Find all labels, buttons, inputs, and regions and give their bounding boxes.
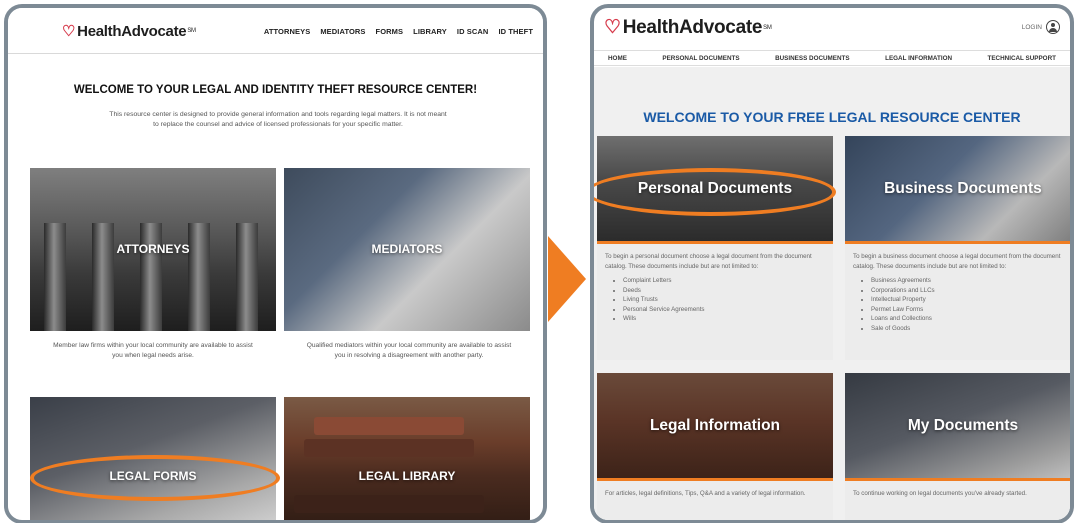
highlight-oval-personal-documents bbox=[594, 168, 836, 216]
legal-library-tile[interactable]: LEGAL LIBRARY bbox=[284, 397, 530, 520]
list-item: Loans and Collections bbox=[871, 314, 1070, 324]
list-item: Permet Law Forms bbox=[871, 305, 1070, 315]
nav-mediators[interactable]: MEDIATORS bbox=[320, 27, 365, 36]
user-icon bbox=[1046, 20, 1060, 34]
transition-arrow-icon bbox=[548, 236, 586, 322]
legal-information-image: Legal Information bbox=[597, 373, 833, 481]
nav-forms[interactable]: FORMS bbox=[376, 27, 404, 36]
right-screenshot-frame: ♡ HealthAdvocate SM LOGIN HOME PERSONAL … bbox=[590, 4, 1074, 523]
nav-id-theft[interactable]: ID THEFT bbox=[498, 27, 533, 36]
list-item: Sale of Goods bbox=[871, 324, 1070, 334]
heart-logo-icon: ♡ bbox=[62, 23, 76, 40]
left-logo-tm: SM bbox=[187, 28, 196, 34]
heart-logo-icon: ♡ bbox=[604, 17, 621, 38]
personal-documents-list: Complaint Letters Deeds Living Trusts Pe… bbox=[597, 276, 833, 324]
right-nav: HOME PERSONAL DOCUMENTS BUSINESS DOCUMEN… bbox=[594, 50, 1070, 66]
book-shape bbox=[314, 417, 464, 435]
column-shape bbox=[92, 223, 114, 331]
business-documents-label: Business Documents bbox=[884, 180, 1042, 197]
left-nav: ATTORNEYS MEDIATORS FORMS LIBRARY ID SCA… bbox=[264, 27, 533, 36]
mediators-tile[interactable]: MEDIATORS bbox=[284, 168, 530, 331]
attorneys-label: ATTORNEYS bbox=[116, 242, 190, 256]
business-documents-card[interactable]: Business Documents To begin a business d… bbox=[845, 136, 1070, 360]
nav-home[interactable]: HOME bbox=[608, 55, 627, 62]
list-item: Complaint Letters bbox=[623, 276, 833, 286]
left-intro-text: This resource center is designed to prov… bbox=[109, 111, 447, 128]
login-label: LOGIN bbox=[1021, 23, 1042, 31]
my-documents-desc: To continue working on legal documents y… bbox=[853, 490, 1027, 497]
list-item: Living Trusts bbox=[623, 295, 833, 305]
nav-attorneys[interactable]: ATTORNEYS bbox=[264, 27, 310, 36]
nav-id-scan[interactable]: ID SCAN bbox=[457, 27, 489, 36]
attorneys-caption: Member law firms within your local commu… bbox=[53, 342, 253, 359]
left-logo-text: HealthAdvocate bbox=[77, 22, 187, 40]
right-logo[interactable]: ♡ HealthAdvocate SM bbox=[604, 16, 772, 39]
right-welcome-heading: WELCOME TO YOUR FREE LEGAL RESOURCE CENT… bbox=[643, 109, 1021, 125]
right-logo-text: HealthAdvocate bbox=[622, 16, 763, 38]
nav-business-documents[interactable]: BUSINESS DOCUMENTS bbox=[775, 55, 850, 62]
highlight-oval-legal-forms bbox=[30, 455, 280, 501]
login-link[interactable]: LOGIN bbox=[1022, 20, 1060, 34]
book-shape bbox=[294, 495, 484, 513]
left-header: ♡ HealthAdvocate SM ATTORNEYS MEDIATORS … bbox=[8, 8, 543, 54]
list-item: Deeds bbox=[623, 286, 833, 296]
nav-library[interactable]: LIBRARY bbox=[413, 27, 447, 36]
book-shape bbox=[304, 439, 474, 457]
my-documents-image: My Documents bbox=[845, 373, 1070, 481]
left-welcome-heading: WELCOME TO YOUR LEGAL AND IDENTITY THEFT… bbox=[73, 84, 478, 96]
right-logo-tm: SM bbox=[763, 24, 772, 31]
list-item: Personal Service Agreements bbox=[623, 305, 833, 315]
mediators-label: MEDIATORS bbox=[371, 242, 443, 256]
my-documents-label: My Documents bbox=[907, 417, 1019, 434]
legal-information-label: Legal Information bbox=[649, 417, 781, 434]
my-documents-card[interactable]: My Documents To continue working on lega… bbox=[845, 373, 1070, 520]
column-shape bbox=[236, 223, 258, 331]
list-item: Corporations and LLCs bbox=[871, 286, 1070, 296]
legal-information-desc: For articles, legal definitions, Tips, Q… bbox=[605, 490, 806, 497]
column-shape bbox=[140, 223, 162, 331]
list-item: Wills bbox=[623, 314, 833, 324]
business-documents-list: Business Agreements Corporations and LLC… bbox=[845, 276, 1070, 334]
list-item: Business Agreements bbox=[871, 276, 1070, 286]
column-shape bbox=[188, 223, 210, 331]
business-documents-desc: To begin a business document choose a le… bbox=[853, 253, 1061, 270]
business-documents-image: Business Documents bbox=[845, 136, 1070, 244]
left-screenshot-frame: ♡ HealthAdvocate SM ATTORNEYS MEDIATORS … bbox=[4, 4, 547, 523]
legal-library-label: LEGAL LIBRARY bbox=[358, 469, 456, 483]
legal-information-card[interactable]: Legal Information For articles, legal de… bbox=[597, 373, 833, 520]
list-item: Intellectual Property bbox=[871, 295, 1070, 305]
left-logo[interactable]: ♡ HealthAdvocate SM bbox=[62, 22, 196, 41]
mediators-caption: Qualified mediators within your local co… bbox=[306, 342, 512, 359]
nav-legal-information[interactable]: LEGAL INFORMATION bbox=[885, 55, 952, 62]
personal-documents-desc: To begin a personal document choose a le… bbox=[605, 253, 812, 270]
column-shape bbox=[44, 223, 66, 331]
nav-technical-support[interactable]: TECHNICAL SUPPORT bbox=[988, 55, 1056, 62]
nav-personal-documents[interactable]: PERSONAL DOCUMENTS bbox=[662, 55, 739, 62]
attorneys-tile[interactable]: ATTORNEYS bbox=[30, 168, 276, 331]
